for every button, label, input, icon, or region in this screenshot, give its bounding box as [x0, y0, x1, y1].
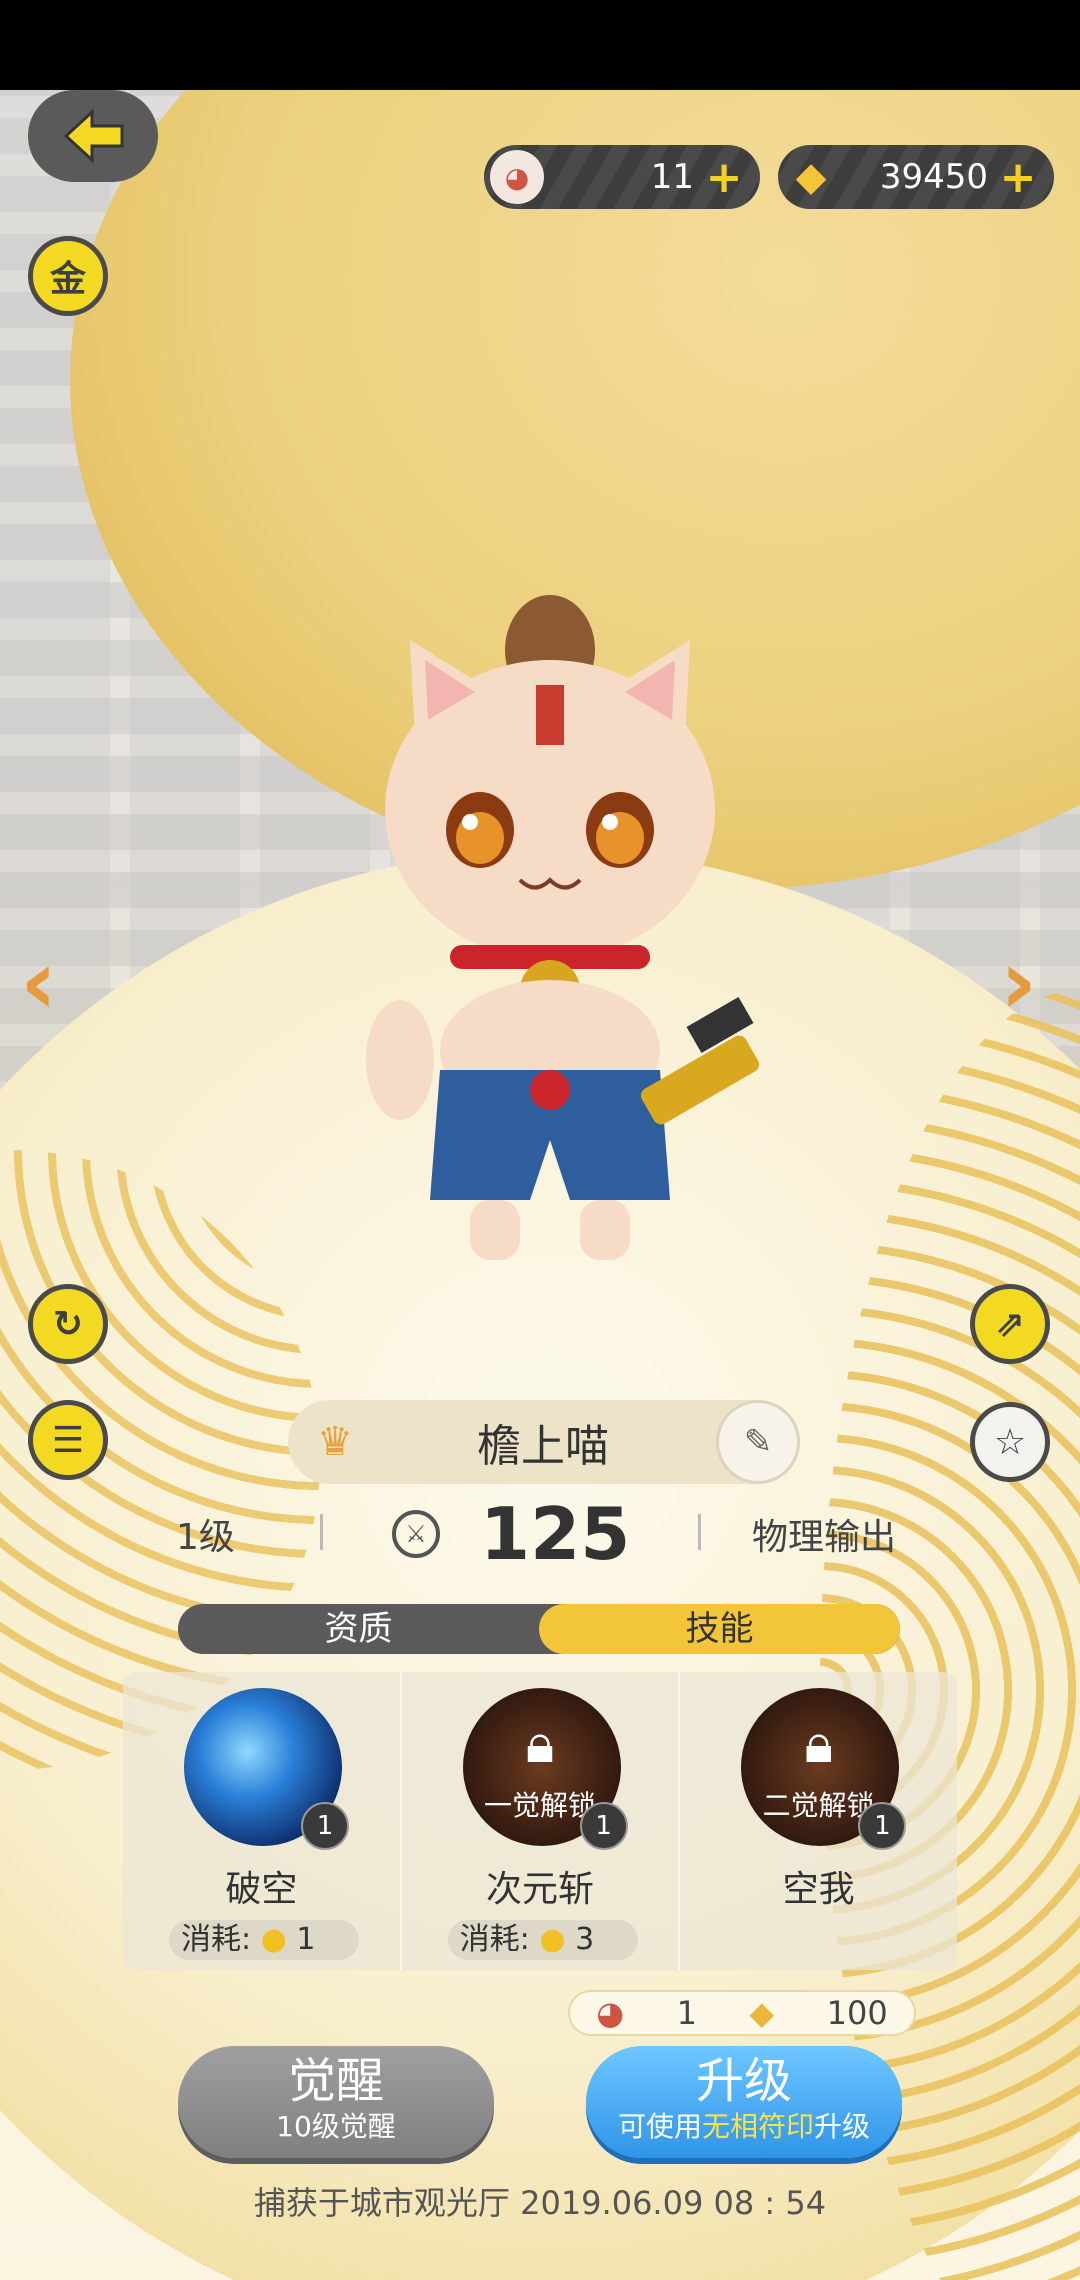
rename-button[interactable]: ✎ — [716, 1400, 800, 1484]
combat-power: 125 — [480, 1492, 631, 1576]
skill-slot-1[interactable]: 1 破空 消耗: ● 1 — [123, 1672, 402, 1970]
upgrade-cost: ◕ 1 ◆ 100 — [568, 1990, 916, 2036]
prev-character-arrow[interactable]: ‹ — [20, 930, 57, 1035]
skill-level-badge: 1 — [301, 1802, 349, 1850]
back-arrow-icon — [63, 108, 124, 164]
bulb-icon: ● — [260, 1922, 287, 1957]
skill-slot-3[interactable]: 🔒︎ 二觉解锁 1 空我 — [680, 1672, 957, 1970]
sword-power-icon: ⚔ — [392, 1510, 440, 1558]
awaken-label: 觉醒 — [287, 2053, 384, 2109]
detail-tabs: 资质 技能 — [178, 1604, 900, 1654]
list-button[interactable]: ☰ — [28, 1400, 108, 1480]
skill-slot-2[interactable]: 🔒︎ 一觉解锁 1 次元斩 消耗: ● 3 — [402, 1672, 681, 1970]
skills-panel: 1 破空 消耗: ● 1 🔒︎ 一觉解锁 1 次元斩 消耗: ● 3 🔒︎ 二觉… — [123, 1672, 957, 1970]
upgrade-button[interactable]: 升级 可使用无相符印升级 — [586, 2046, 902, 2158]
skill-cost: 消耗: ● 3 — [447, 1920, 638, 1960]
gold-coin-button[interactable]: 金 — [28, 236, 108, 316]
next-character-arrow[interactable]: › — [1000, 930, 1037, 1035]
upgrade-label: 升级 — [695, 2053, 792, 2109]
crystal-cost: 100 — [826, 1994, 888, 2032]
lock-icon: 🔒︎ — [804, 1712, 834, 1775]
divider — [320, 1514, 323, 1550]
status-bar — [0, 0, 1080, 90]
ticket-value: 11 — [650, 157, 694, 197]
character-level: 1级 — [176, 1517, 235, 1558]
skill-cost: 消耗: ● 1 — [169, 1920, 359, 1960]
skill-name: 次元斩 — [486, 1869, 595, 1910]
rotate-icon: ↻ — [52, 1303, 84, 1345]
tab-aptitude[interactable]: 资质 — [178, 1604, 539, 1654]
skill-level-badge: 1 — [579, 1802, 628, 1850]
divider — [698, 1514, 701, 1550]
unlock-requirement: 二觉解锁 — [762, 1789, 875, 1822]
crystal-value: 39450 — [879, 157, 988, 197]
add-crystals-button[interactable]: + — [996, 152, 1040, 203]
upgrade-hint: 可使用无相符印升级 — [617, 2110, 871, 2143]
skill-name: 破空 — [225, 1869, 298, 1910]
star-icon: ☆ — [993, 1421, 1027, 1463]
share-button[interactable]: ⇗ — [970, 1284, 1050, 1364]
gold-crystal-icon: ◆ — [795, 154, 827, 200]
ticket-cost: 1 — [676, 1994, 698, 2032]
ticket-counter: ◕ 11 + — [484, 145, 760, 209]
stats-row: 1级 ⚔ 125 物理输出 — [0, 1492, 1080, 1576]
skill-level-badge: 1 — [858, 1802, 907, 1850]
character-role: 物理输出 — [752, 1517, 897, 1558]
cat-face-icon: ◕ — [596, 1994, 625, 2032]
character-model[interactable] — [340, 580, 780, 1280]
crystal-counter: ◆ 39450 + — [778, 145, 1054, 209]
character-name-panel: ♛ 檐上喵 ✎ — [288, 1400, 800, 1484]
skill-name: 空我 — [782, 1869, 855, 1910]
capture-info: 捕获于城市观光厅 2019.06.09 08 : 54 — [253, 2184, 827, 2222]
cat-face-icon: ◕ — [490, 150, 544, 204]
gold-coin-icon: 金 — [49, 259, 86, 300]
favorite-button[interactable]: ☆ — [970, 1402, 1050, 1482]
add-tickets-button[interactable]: + — [702, 152, 746, 203]
lock-icon: 🔒︎ — [525, 1712, 555, 1775]
rotate-button[interactable]: ↻ — [28, 1284, 108, 1364]
awaken-button[interactable]: 觉醒 10级觉醒 — [178, 2046, 494, 2158]
back-button[interactable] — [28, 90, 158, 182]
character-name: 檐上喵 — [477, 1421, 609, 1472]
awaken-requirement: 10级觉醒 — [276, 2110, 396, 2143]
crown-icon: ♛ — [317, 1419, 353, 1465]
unlock-requirement: 一觉解锁 — [484, 1789, 597, 1822]
share-icon: ⇗ — [994, 1303, 1026, 1345]
tab-skills[interactable]: 技能 — [539, 1604, 900, 1654]
gold-crystal-icon: ◆ — [749, 1994, 775, 2032]
edit-pencil-icon: ✎ — [743, 1422, 773, 1462]
list-icon: ☰ — [51, 1419, 85, 1461]
bulb-icon: ● — [539, 1922, 566, 1957]
